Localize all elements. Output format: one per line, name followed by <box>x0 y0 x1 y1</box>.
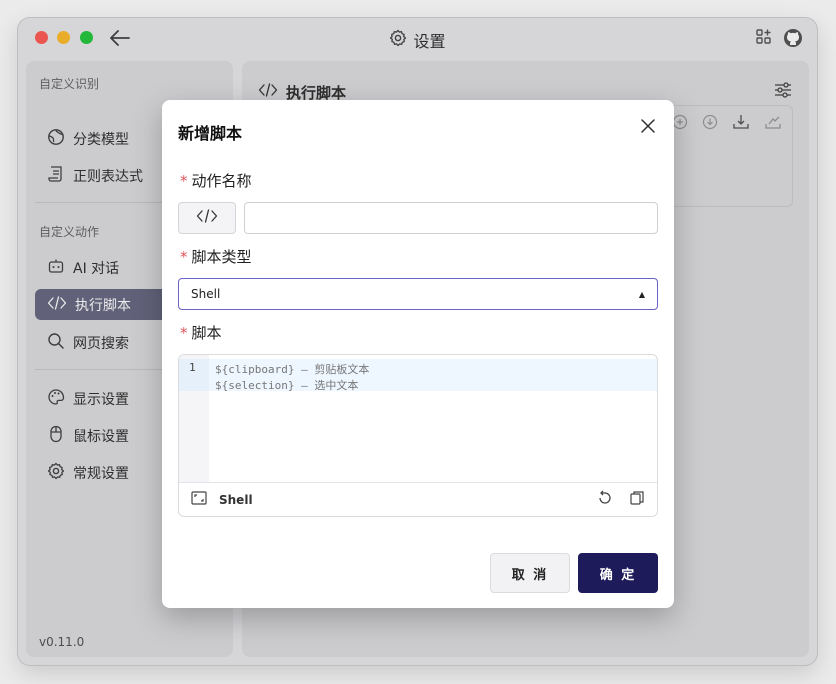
required-marker: * <box>180 323 188 342</box>
cancel-button[interactable]: 取 消 <box>490 553 570 593</box>
caret-up-icon: ▲ <box>638 289 645 299</box>
editor-language: Shell <box>219 492 253 507</box>
reset-icon[interactable] <box>597 490 613 510</box>
required-marker: * <box>180 171 188 190</box>
icon-picker-button[interactable] <box>178 202 236 234</box>
code-line[interactable]: ${selection} – 选中文本 <box>215 377 358 393</box>
editor-footer: Shell <box>179 482 657 516</box>
editor-actions <box>597 490 645 510</box>
script-type-select[interactable]: Shell ▲ <box>178 278 658 310</box>
script-type-label-text: 脚本类型 <box>191 248 252 266</box>
line-number: 1 <box>189 361 196 374</box>
script-label: * 脚本 <box>180 322 222 343</box>
script-editor[interactable]: 1 ${clipboard} – 剪贴板文本 ${selection} – 选中… <box>178 354 658 517</box>
script-type-value: Shell <box>191 287 221 301</box>
code-line[interactable]: ${clipboard} – 剪贴板文本 <box>215 361 369 377</box>
action-name-label-text: 动作名称 <box>191 172 252 190</box>
dialog-title: 新增脚本 <box>178 124 243 143</box>
add-script-dialog: 新增脚本 * 动作名称 * 脚本类型 Shell ▲ * 脚本 1 ${clip… <box>162 100 674 608</box>
fullscreen-icon[interactable] <box>191 490 207 509</box>
required-marker: * <box>180 247 188 266</box>
action-name-label: * 动作名称 <box>180 170 252 191</box>
confirm-button[interactable]: 确 定 <box>578 553 658 593</box>
copy-icon[interactable] <box>629 490 645 510</box>
action-name-input[interactable] <box>244 202 658 234</box>
code-icon <box>195 207 219 229</box>
script-type-label: * 脚本类型 <box>180 246 252 267</box>
close-icon[interactable] <box>640 118 656 138</box>
script-label-text: 脚本 <box>191 324 222 342</box>
